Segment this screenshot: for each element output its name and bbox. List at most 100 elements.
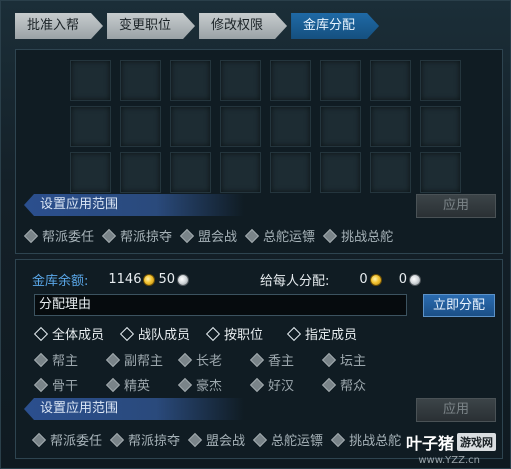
diamond-checkbox-icon <box>33 352 49 367</box>
diamond-checkbox-icon <box>321 352 337 367</box>
diamond-checkbox-icon <box>249 352 265 367</box>
item-slot[interactable] <box>170 60 211 101</box>
option-team-members[interactable]: 战队成员 <box>118 324 190 343</box>
treasury-distribution-panel: 金库余额: 1146 50 给每人分配: 0 0 分配理由 立即分配 全体成员 … <box>15 259 503 459</box>
item-slot[interactable] <box>270 60 311 101</box>
role-option[interactable]: 长老 <box>176 350 242 369</box>
item-slot[interactable] <box>170 106 211 147</box>
item-slot[interactable] <box>420 60 461 101</box>
scope-options: 帮派委任 帮派掠夺 盟会战 总舵运镖 挑战总舵 <box>30 430 407 449</box>
diamond-checkbox-icon <box>101 228 117 243</box>
scope-option-plunder[interactable]: 帮派掠夺 <box>108 430 180 449</box>
role-option[interactable]: 精英 <box>104 375 170 394</box>
diamond-checkbox-icon <box>33 377 49 392</box>
tab-modify-permissions[interactable]: 修改权限 <box>199 13 287 39</box>
diamond-checkbox-icon <box>179 228 195 243</box>
diamond-checkbox-icon <box>187 432 203 447</box>
role-option[interactable]: 豪杰 <box>176 375 242 394</box>
item-slot[interactable] <box>120 152 161 193</box>
per-person-gold[interactable]: 0 <box>359 272 367 287</box>
diamond-checkbox-icon <box>105 352 121 367</box>
option-by-position[interactable]: 按职位 <box>204 324 263 343</box>
scope-option-challenge[interactable]: 挑战总舵 <box>321 226 393 245</box>
apply-button[interactable]: 应用 <box>416 398 496 422</box>
diamond-checkbox-icon <box>23 228 39 243</box>
item-slot[interactable] <box>70 106 111 147</box>
item-slot[interactable] <box>320 60 361 101</box>
role-option[interactable]: 帮众 <box>320 375 386 394</box>
item-slot[interactable] <box>270 106 311 147</box>
diamond-checkbox-icon <box>330 432 346 447</box>
per-person-silver[interactable]: 0 <box>399 272 407 287</box>
item-slot[interactable] <box>220 152 261 193</box>
scope-option-escort[interactable]: 总舵运镖 <box>251 430 323 449</box>
member-options: 全体成员 战队成员 按职位 指定成员 <box>32 324 371 343</box>
role-option[interactable]: 香主 <box>248 350 314 369</box>
item-slot[interactable] <box>370 60 411 101</box>
item-slot[interactable] <box>70 60 111 101</box>
scope-option-alliance-war[interactable]: 盟会战 <box>186 430 245 449</box>
item-slot[interactable] <box>170 152 211 193</box>
item-slot[interactable] <box>120 60 161 101</box>
diamond-checkbox-icon <box>177 352 193 367</box>
diamond-checkbox-icon <box>322 228 338 243</box>
guild-management-window: 批准入帮 变更职位 修改权限 金库分配 设置应用范围 应用 帮派委任 帮派掠夺 … <box>0 0 511 469</box>
scope-option-appointment[interactable]: 帮派委任 <box>22 226 94 245</box>
role-option[interactable]: 骨干 <box>32 375 98 394</box>
watermark-text: 叶子猪 <box>405 434 454 453</box>
role-option[interactable]: 坛主 <box>320 350 386 369</box>
watermark-url: www.YZZ.cn <box>418 455 480 466</box>
role-option[interactable]: 好汉 <box>248 375 314 394</box>
item-slot[interactable] <box>370 106 411 147</box>
scope-option-plunder[interactable]: 帮派掠夺 <box>100 226 172 245</box>
item-grid-panel: 设置应用范围 应用 帮派委任 帮派掠夺 盟会战 总舵运镖 挑战总舵 <box>15 49 503 254</box>
scope-options: 帮派委任 帮派掠夺 盟会战 总舵运镖 挑战总舵 <box>22 226 399 245</box>
gold-amount: 1146 <box>108 272 142 287</box>
reason-input[interactable]: 分配理由 <box>34 294 407 316</box>
item-slot[interactable] <box>220 106 261 147</box>
tab-bar: 批准入帮 变更职位 修改权限 金库分配 <box>15 13 383 39</box>
scope-option-alliance-war[interactable]: 盟会战 <box>178 226 237 245</box>
item-slot[interactable] <box>70 152 111 193</box>
tab-change-position[interactable]: 变更职位 <box>107 13 195 39</box>
balance-row: 金库余额: 1146 50 给每人分配: 0 0 <box>32 270 424 289</box>
diamond-checkbox-icon <box>244 228 260 243</box>
diamond-checkbox-icon <box>31 432 47 447</box>
silver-amount: 50 <box>158 272 176 287</box>
distribute-now-button[interactable]: 立即分配 <box>423 294 495 317</box>
item-slot[interactable] <box>320 152 361 193</box>
item-slot[interactable] <box>420 106 461 147</box>
option-all-members[interactable]: 全体成员 <box>32 324 104 343</box>
silver-coin-icon <box>177 273 190 286</box>
diamond-checkbox-icon <box>252 432 268 447</box>
item-slot[interactable] <box>320 106 361 147</box>
option-specified-members[interactable]: 指定成员 <box>285 324 357 343</box>
diamond-radio-icon <box>33 326 49 341</box>
diamond-radio-icon <box>205 326 221 341</box>
diamond-checkbox-icon <box>109 432 125 447</box>
tab-treasury-distribution[interactable]: 金库分配 <box>291 13 379 39</box>
silver-coin-icon <box>408 273 421 286</box>
item-slot[interactable] <box>120 106 161 147</box>
diamond-checkbox-icon <box>177 377 193 392</box>
scope-option-challenge[interactable]: 挑战总舵 <box>329 430 401 449</box>
scope-ribbon: 设置应用范围 <box>24 194 244 216</box>
item-slot[interactable] <box>270 152 311 193</box>
tab-approve-join[interactable]: 批准入帮 <box>15 13 103 39</box>
scope-option-appointment[interactable]: 帮派委任 <box>30 430 102 449</box>
role-option[interactable]: 帮主 <box>32 350 98 369</box>
diamond-checkbox-icon <box>321 377 337 392</box>
per-person-label: 给每人分配: <box>260 274 330 289</box>
item-slot[interactable] <box>370 152 411 193</box>
item-slot[interactable] <box>220 60 261 101</box>
gold-coin-icon <box>369 273 382 286</box>
item-slot[interactable] <box>420 152 461 193</box>
balance-label: 金库余额: <box>32 274 89 289</box>
scope-option-escort[interactable]: 总舵运镖 <box>243 226 315 245</box>
apply-button[interactable]: 应用 <box>416 194 496 218</box>
role-options: 帮主 副帮主 长老 香主 坛主 骨干 精英 豪杰 好汉 帮众 <box>32 350 392 394</box>
role-option[interactable]: 副帮主 <box>104 350 170 369</box>
diamond-checkbox-icon <box>249 377 265 392</box>
scope-ribbon: 设置应用范围 <box>24 398 244 420</box>
site-watermark: 叶子猪 游戏网 <box>406 430 496 454</box>
